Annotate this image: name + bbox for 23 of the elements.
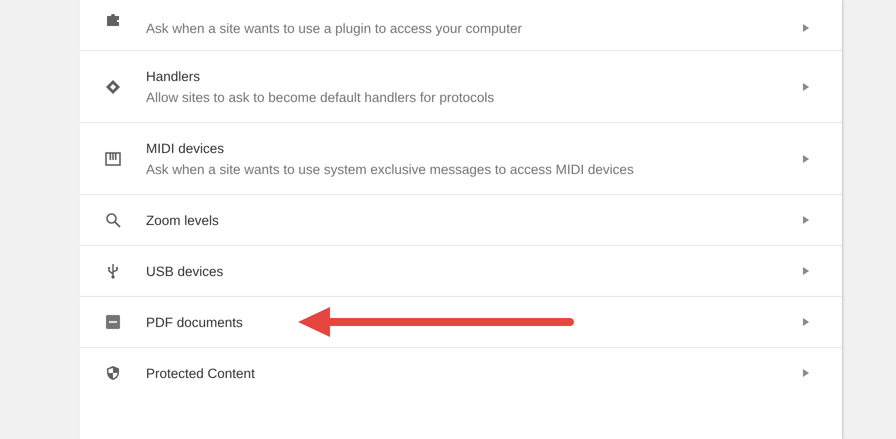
puzzle-icon [105,12,121,28]
chevron-right-icon[interactable] [802,82,810,92]
chevron-right-icon[interactable] [802,23,810,33]
pdf-file-icon [105,314,121,330]
usb-icon [105,263,121,279]
chevron-right-icon[interactable] [802,154,810,164]
piano-keys-icon [105,150,121,166]
setting-title[interactable]: Zoom levels [146,212,802,228]
chevron-right-icon[interactable] [802,317,810,327]
chevron-right-icon[interactable] [802,368,810,378]
setting-title[interactable]: USB devices [146,264,802,278]
setting-title[interactable]: MIDI devices [146,140,802,156]
setting-title[interactable]: Protected Content [146,366,802,380]
diamond-icon [105,78,121,94]
chevron-right-icon[interactable] [802,266,810,276]
setting-title[interactable]: Handlers [146,68,802,84]
setting-title[interactable]: PDF documents [146,314,802,330]
setting-description: Ask when a site wants to use a plugin to access your computer [146,20,523,36]
search-icon [105,212,121,228]
chevron-right-icon[interactable] [802,215,810,225]
shield-icon [105,365,121,381]
setting-description: Allow sites to ask to become default handlers for protocols [146,90,496,104]
setting-description: Ask when a site wants to use system exclusive messages to access MIDI devices [146,162,635,176]
